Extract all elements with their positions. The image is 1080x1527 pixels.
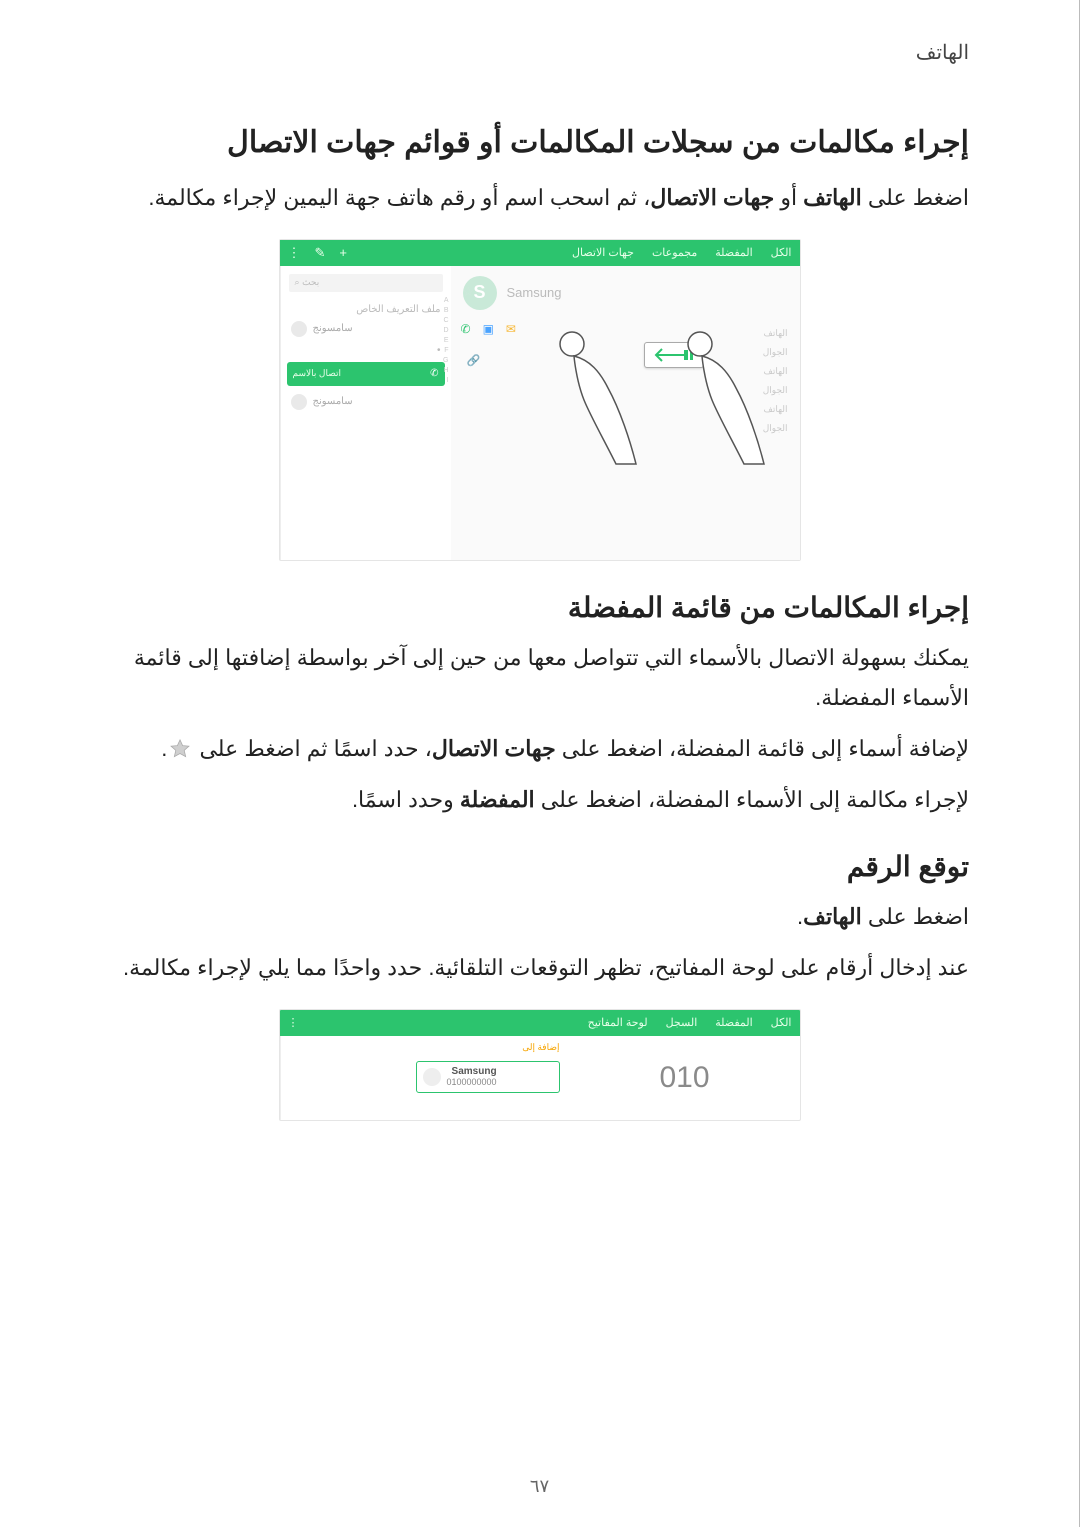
tab-all[interactable]: الكل [771, 1016, 792, 1029]
link-icon[interactable]: 🔗 [467, 354, 481, 367]
bold-favorites: المفضلة [460, 787, 535, 812]
list-item-label: سامسونج [313, 323, 353, 334]
swipe-label: اتصال بالاسم [293, 368, 342, 379]
number-suggestion[interactable]: Samsung 0100000000 [416, 1061, 560, 1093]
app-top-bar: الكل المفضلة السجل لوحة المفاتيح ⋮ [280, 1010, 800, 1036]
tab-groups[interactable]: مجموعات [652, 246, 697, 259]
search-input[interactable]: بحث ⌕ [289, 274, 443, 292]
contact-list-pane: بحث ⌕ ملف التعريف الخاص سامسونج • ✆ اتصا… [280, 266, 451, 560]
heading-favorites: إجراء المكالمات من قائمة المفضلة [110, 591, 969, 624]
text: ، ثم اسحب اسم أو رقم هاتف جهة اليمين لإج… [148, 185, 650, 210]
para-tap-phone: اضغط على الهاتف. [110, 897, 969, 938]
list-item[interactable]: سامسونج [281, 317, 451, 341]
screenshot-dialer: الكل المفضلة السجل لوحة المفاتيح ⋮ 010 إ… [279, 1009, 801, 1121]
star-outline-icon[interactable]: ☆ [463, 284, 475, 300]
avatar [291, 394, 307, 410]
detail-line: الجوال [451, 415, 800, 434]
swipe-left-arrow-icon [644, 342, 704, 368]
add-to-hint[interactable]: إضافة إلى [291, 1042, 560, 1053]
text: أو [774, 185, 803, 210]
text: لإضافة أسماء إلى قائمة المفضلة، اضغط على [556, 736, 969, 761]
page-number: ٦٧ [0, 1476, 1079, 1497]
bold-contacts: جهات الاتصال [650, 185, 774, 210]
detail-line: الجوال [451, 339, 800, 358]
dialer-display[interactable]: 010 [570, 1036, 800, 1120]
phone-icon: ✆ [430, 368, 438, 379]
text: وحدد اسمًا. [352, 787, 460, 812]
bold-phone: الهاتف [803, 904, 862, 929]
list-item[interactable]: سامسونج [281, 390, 451, 414]
bold-contacts: جهات الاتصال [432, 736, 556, 761]
contact-action-icons: ✉ ▣ ✆ [461, 322, 516, 336]
chapter-label: الهاتف [110, 40, 969, 69]
text: اضغط على [862, 185, 969, 210]
edit-icon[interactable]: ✎ [315, 245, 326, 261]
swiped-contact-row[interactable]: ✆ اتصال بالاسم [287, 362, 445, 386]
list-item-label: سامسونج [313, 396, 353, 407]
para-call-favorite: لإجراء مكالمة إلى الأسماء المفضلة، اضغط … [110, 780, 969, 821]
app-top-bar: الكل المفضلة مجموعات جهات الاتصال + ✎ ⋮ [280, 240, 800, 266]
tab-log[interactable]: السجل [666, 1016, 698, 1029]
add-icon[interactable]: + [339, 245, 347, 261]
detail-line: الجوال [451, 377, 800, 396]
heading-call-from-logs: إجراء مكالمات من سجلات المكالمات أو قوائ… [110, 125, 969, 160]
figure-dialer-prediction: الكل المفضلة السجل لوحة المفاتيح ⋮ 010 إ… [110, 1009, 969, 1121]
more-icon[interactable]: ⋮ [288, 245, 301, 261]
video-icon[interactable]: ▣ [483, 322, 494, 336]
tab-all[interactable]: الكل [771, 246, 792, 259]
avatar [291, 321, 307, 337]
contact-detail-pane: Samsung S ☆ ✉ ▣ ✆ 🔗 الهاتف الجوال الهاتف… [451, 266, 800, 560]
para-prediction-desc: عند إدخال أرقام على لوحة المفاتيح، تظهر … [110, 948, 969, 989]
page: الهاتف إجراء مكالمات من سجلات المكالمات … [0, 0, 1080, 1527]
text: ، حدد اسمًا ثم اضغط على [193, 736, 432, 761]
mail-icon[interactable]: ✉ [506, 322, 516, 336]
para-add-favorite: لإضافة أسماء إلى قائمة المفضلة، اضغط على… [110, 729, 969, 770]
search-icon: ⌕ [295, 277, 300, 288]
tab-contacts[interactable]: جهات الاتصال [572, 246, 634, 259]
contact-name: Samsung [507, 285, 562, 300]
screenshot-contacts: الكل المفضلة مجموعات جهات الاتصال + ✎ ⋮ … [279, 239, 801, 561]
tab-keypad[interactable]: لوحة المفاتيح [588, 1016, 648, 1029]
text: لإجراء مكالمة إلى الأسماء المفضلة، اضغط … [535, 787, 969, 812]
text: . [161, 736, 167, 761]
alpha-index[interactable]: ABCDEFGHI [443, 296, 448, 386]
detail-line: الهاتف [451, 358, 800, 377]
text: اضغط على [862, 904, 969, 929]
toolbar-icons: + ✎ ⋮ [288, 245, 348, 261]
suggestion-number: 0100000000 [447, 1077, 497, 1087]
heading-number-prediction: توقع الرقم [110, 850, 969, 883]
phone-icon[interactable]: ✆ [461, 322, 471, 336]
avatar [423, 1068, 441, 1086]
screenshot-body: Samsung S ☆ ✉ ▣ ✆ 🔗 الهاتف الجوال الهاتف… [280, 266, 800, 560]
tab-favorites[interactable]: المفضلة [715, 246, 752, 259]
para-favorites-intro: يمكنك بسهولة الاتصال بالأسماء التي تتواص… [110, 638, 969, 719]
list-group-label: • [281, 341, 451, 358]
star-icon [169, 738, 191, 760]
para-call-from-logs: اضغط على الهاتف أو جهات الاتصال، ثم اسحب… [110, 178, 969, 219]
bold-phone: الهاتف [803, 185, 862, 210]
search-placeholder: بحث [302, 277, 319, 288]
figure-contacts-swipe: الكل المفضلة مجموعات جهات الاتصال + ✎ ⋮ … [110, 239, 969, 561]
suggestion-name: Samsung [447, 1066, 497, 1077]
list-group-label: ملف التعريف الخاص [281, 300, 451, 317]
detail-line: الهاتف [451, 396, 800, 415]
prediction-pane: إضافة إلى Samsung 0100000000 [280, 1036, 570, 1120]
tabs-row: الكل المفضلة مجموعات جهات الاتصال [572, 246, 791, 259]
tab-favorites[interactable]: المفضلة [715, 1016, 752, 1029]
more-icon[interactable]: ⋮ [288, 1016, 299, 1029]
